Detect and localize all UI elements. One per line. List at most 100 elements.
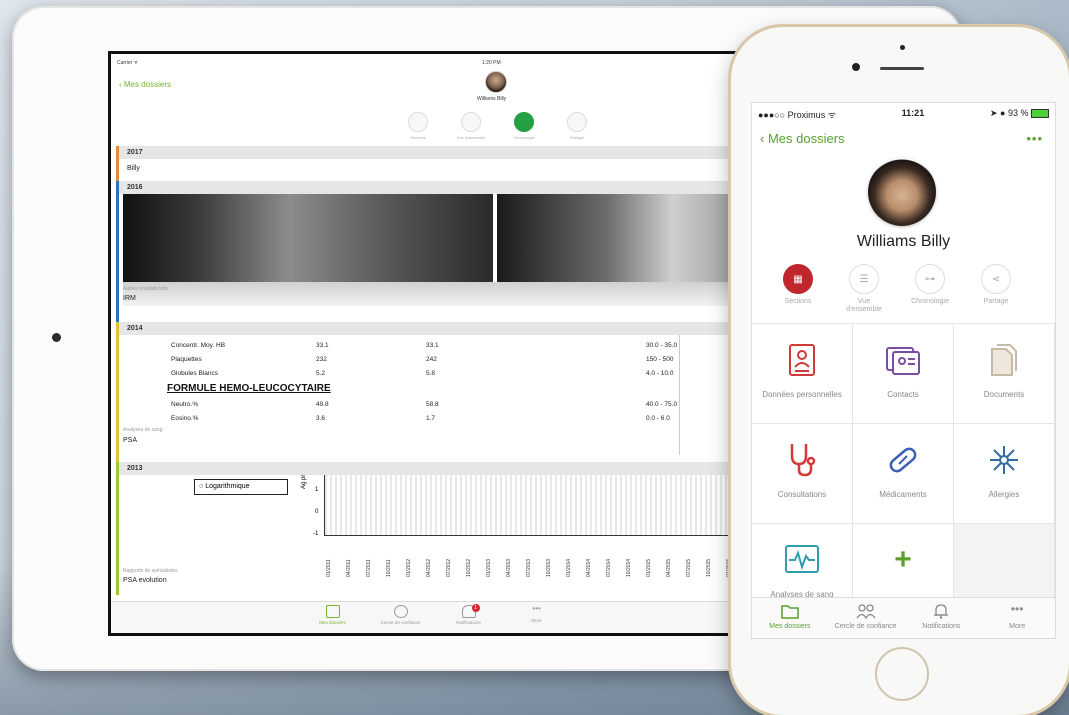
tool-label: Vue d'ensemble [456,135,486,140]
section-grid: Données personnelles Contacts Documents … [752,323,1055,624]
x-tick: 01/2011 [326,559,332,577]
tab-overview[interactable]: ☰ Vue d'ensemble [840,264,888,314]
monitor-icon [784,542,820,578]
tab-label: More [1009,623,1026,630]
tab-notifications[interactable]: 1 Notifications [449,604,489,633]
tab-label: Mes dossiers [769,623,811,630]
tool-label: Chronologie [911,298,949,305]
patient-name: Williams Billy [856,233,951,250]
tool-label: Vue d'ensemble [846,298,882,313]
home-button[interactable] [875,647,929,701]
people-icon [393,605,408,618]
y-tick: 1 [315,487,319,493]
tool-label: Sections [784,298,812,305]
iphone-tab-bar: Mes dossiers Cercle de confiance Notific… [752,597,1055,638]
x-tick: 01/2014 [566,558,572,577]
xray-image [123,194,493,282]
y-tick: 0 [315,509,319,515]
ipad-status-bar: Carrier ᯤ 1:20 PM [117,60,752,68]
tab-more[interactable]: ••• More [981,598,1053,638]
avatar[interactable] [485,71,507,93]
view-toolbar: ▦ Sections ☰ Vue d'ensemble ⊶ Chronologie ⋖… [774,264,1020,314]
x-tick: 07/2013 [526,558,532,577]
carrier-label: Carrier ᯤ [117,60,139,66]
entry-title: Billy [127,165,140,172]
tab-chronology[interactable]: Chronologie [507,112,541,140]
tab-sections[interactable]: ▦ Sections [774,264,822,314]
tab-overview[interactable]: Vue d'ensemble [454,112,488,140]
timeline-entry[interactable]: ○ Logarithmique Ag pr 1 0 -1 01/2011 04/2… [116,475,758,595]
ipad-screen: Carrier ᯤ 1:20 PM ‹ Mes dossiers William… [108,51,758,636]
more-button[interactable]: ••• [1026,131,1043,146]
carrier-label: ●●●○○ Proximus ᯤ [758,110,836,120]
tab-notifications[interactable]: Notifications [905,598,977,638]
tile-documents[interactable]: Documents [954,324,1055,424]
folder-icon [781,605,799,619]
entry-title: PSA evolution [123,577,167,584]
year-header: 2013 [116,462,758,475]
timeline-entry[interactable]: Autres résultats labo IRM [116,194,758,322]
iphone-status-bar: ●●●○○ Proximus ᯤ 11:21 ➤ ● 93 % [758,108,1049,120]
back-button[interactable]: ‹ Mes dossiers [119,80,171,89]
ipad-tab-bar: Mes dossiers Cercle de confiance 1 Notifi… [111,601,758,633]
timeline-entry[interactable]: Concentr. Moy. HB 33.1 33.1 30.0 - 35.0 Pla… [116,335,758,462]
tile-donnees-personnelles[interactable]: Données personnelles [752,324,853,424]
tab-mes-dossiers[interactable]: Mes dossiers [754,598,826,638]
entry-caption: Autres résultats labo [123,286,169,292]
tile-label: Médicaments [879,490,927,499]
year-header: 2016 [116,181,758,194]
id-card-icon [784,342,820,378]
x-tick: 07/2015 [686,558,692,577]
x-tick: 10/2015 [706,558,712,577]
tab-more[interactable]: ••• More [517,605,557,633]
tile-medicaments[interactable]: Médicaments [853,424,954,524]
tab-cercle[interactable]: Cercle de confiance [381,605,421,633]
grid-icon [408,112,428,132]
grid-icon: ▦ [783,264,813,294]
tile-consultations[interactable]: Consultations [752,424,853,524]
x-tick: 07/2014 [606,558,612,577]
view-toolbar: Sections Vue d'ensemble Chronologie Part… [401,112,594,140]
axis-label: Ag pr [301,474,307,489]
share-icon: ⋖ [981,264,1011,294]
year-header: 2014 [116,322,758,335]
tile-contacts[interactable]: Contacts [853,324,954,424]
documents-icon [986,342,1022,378]
back-button[interactable]: ‹ Mes dossiers [760,131,845,146]
entry-title: IRM [123,295,136,302]
plot-area [324,475,758,536]
iphone-screen: ●●●○○ Proximus ᯤ 11:21 ➤ ● 93 % ‹ Mes do… [751,102,1056,639]
folder-icon [325,605,340,618]
tab-cercle[interactable]: Cercle de confiance [830,598,902,638]
x-tick: 04/2011 [346,559,352,577]
avatar[interactable] [868,158,936,226]
timeline: 2017 Billy 2016 Autres résultats labo IR… [116,146,758,605]
tile-label: Données personnelles [762,390,842,399]
more-dots-icon: ••• [532,604,541,613]
iphone-sensor [900,45,905,50]
iphone-device: ●●●○○ Proximus ᯤ 11:21 ➤ ● 93 % ‹ Mes do… [731,27,1069,715]
tab-share[interactable]: Partage [560,112,594,140]
x-tick: 01/2012 [406,558,412,577]
ipad-camera [52,333,61,342]
entry-caption: Rapports de spécialistes [123,568,178,574]
tab-mes-dossiers[interactable]: Mes dossiers [313,605,353,633]
x-tick: 04/2014 [586,558,592,577]
allergy-icon [986,442,1022,478]
tab-chronology[interactable]: ⊶ Chronologie [906,264,954,314]
tab-share[interactable]: ⋖ Partage [972,264,1020,314]
bell-icon [934,604,949,619]
tile-allergies[interactable]: Allergies [954,424,1055,524]
clock: 11:21 [901,108,925,118]
tab-label: More [531,618,542,623]
tab-label: Notifications [922,623,961,630]
tool-label: Partage [569,135,584,140]
timeline-icon: ⊶ [915,264,945,294]
iphone-speaker [880,67,924,70]
lab-row: Eosino.% 3.6 1.7 0.0 - 6.0 [171,415,670,422]
log-scale-toggle[interactable]: ○ Logarithmique [194,479,288,495]
tab-sections[interactable]: Sections [401,112,435,140]
timeline-entry[interactable]: Billy [116,159,758,181]
patient-name: Williams Billy [477,96,507,102]
clock: 1:20 PM [482,60,501,66]
